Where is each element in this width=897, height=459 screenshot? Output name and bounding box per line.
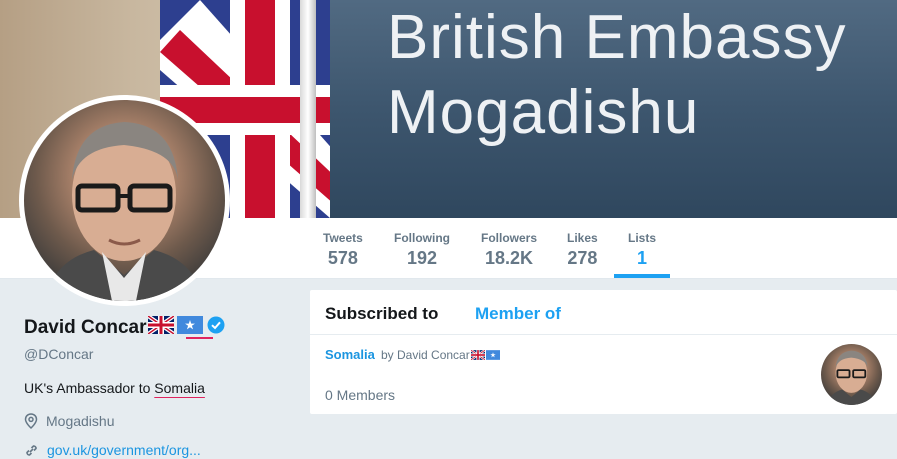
tab-member-of[interactable]: Member of	[475, 304, 561, 324]
uk-flag-icon	[470, 350, 485, 360]
list-owner: by David Concar	[381, 348, 500, 362]
lists-panel: Subscribed to Member of Somalia by David…	[310, 290, 897, 414]
stat-label: Lists	[628, 231, 657, 245]
profile-name[interactable]: David Concar	[24, 317, 146, 339]
avatar-photo	[24, 100, 225, 301]
somalia-flag-icon	[485, 350, 500, 360]
stat-tweets[interactable]: Tweets 578	[323, 231, 363, 269]
link-icon	[26, 444, 37, 456]
stat-likes[interactable]: Likes 278	[567, 231, 598, 269]
lists-tabs: Subscribed to Member of	[310, 290, 897, 335]
stat-value: 192	[406, 248, 438, 268]
bio-text: UK's Ambassador to	[24, 380, 155, 396]
profile-avatar[interactable]	[19, 95, 230, 306]
profile-handle: @DConcar	[24, 346, 94, 362]
list-name-link[interactable]: Somalia	[325, 347, 375, 362]
list-owner-avatar[interactable]	[821, 344, 882, 405]
list-owner-text: by David Concar	[381, 348, 470, 362]
active-tab-indicator	[614, 274, 670, 278]
website-link[interactable]: gov.uk/government/org...	[47, 442, 201, 458]
annotation-underline	[186, 337, 213, 339]
sign-text-line2: Mogadishu	[387, 78, 700, 147]
stat-value: 1	[637, 248, 648, 268]
location-pin-icon	[24, 413, 38, 429]
verified-badge-icon	[207, 316, 225, 339]
profile-bio: UK's Ambassador to Somalia	[24, 380, 294, 396]
list-item[interactable]: Somalia by David Concar 0 Members	[310, 335, 897, 413]
stat-label: Tweets	[323, 231, 363, 245]
stat-value: 278	[567, 248, 598, 268]
uk-flag-icon	[147, 314, 176, 339]
stat-followers[interactable]: Followers 18.2K	[481, 231, 537, 269]
stat-value: 18.2K	[484, 248, 534, 268]
stat-label: Likes	[567, 231, 598, 245]
profile-website[interactable]: gov.uk/government/org...	[24, 442, 294, 458]
list-members-count[interactable]: 0 Members	[325, 387, 395, 403]
location-text: Mogadishu	[46, 413, 115, 429]
stat-label: Following	[394, 231, 450, 245]
profile-info: David Concar @DConcar UK's Ambassador to…	[24, 314, 294, 458]
stat-label: Followers	[481, 231, 538, 245]
sign-text-line1: British Embassy	[387, 3, 847, 72]
stat-value: 578	[327, 248, 358, 268]
bio-country: Somalia	[154, 380, 205, 396]
somalia-flag-icon	[177, 316, 204, 339]
profile-location: Mogadishu	[24, 413, 294, 429]
tab-subscribed-to[interactable]: Subscribed to	[325, 304, 438, 324]
flag-pole-right	[300, 0, 316, 218]
stat-lists[interactable]: Lists 1	[628, 231, 656, 269]
stat-following[interactable]: Following 192	[394, 231, 450, 269]
